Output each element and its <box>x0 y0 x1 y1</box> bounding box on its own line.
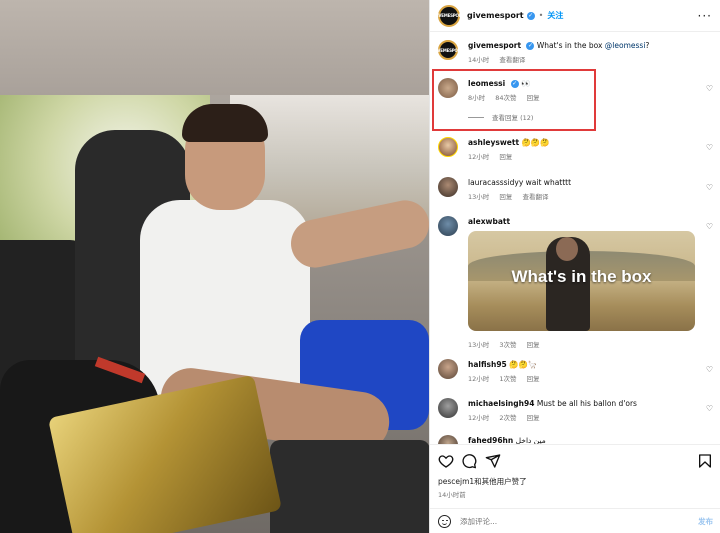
heart-icon[interactable] <box>438 453 454 469</box>
translate-link[interactable]: 查看翻译 <box>522 193 548 201</box>
view-replies[interactable]: 查看回复 (12) <box>468 112 548 122</box>
comment-input[interactable] <box>460 516 698 526</box>
avatar[interactable] <box>438 216 458 236</box>
heart-icon[interactable]: ♡ <box>706 183 713 192</box>
comment-text: wait whatttt <box>525 178 572 187</box>
car-console <box>270 440 429 533</box>
post-header: GIVEMESPORT givemesport ✓ • 关注 ··· <box>430 0 720 32</box>
verified-icon: ✓ <box>526 11 535 20</box>
caption-username[interactable]: givemesport <box>468 41 521 50</box>
view-replies-label[interactable]: 查看回复 (12) <box>492 112 533 122</box>
comment-text: 👀 <box>521 79 531 88</box>
heart-icon[interactable]: ♡ <box>706 404 713 413</box>
reply-button[interactable]: 回复 <box>499 193 512 201</box>
reply-button[interactable]: 回复 <box>527 414 540 422</box>
caption-time: 14小时 <box>468 56 490 64</box>
caption-mention[interactable]: @leomessi <box>605 41 646 50</box>
translate-link[interactable]: 查看翻译 <box>499 56 525 64</box>
post-modal: GIVEMESPORT givemesport ✓ • 关注 ··· GIVEM… <box>0 0 720 533</box>
avatar[interactable] <box>438 435 458 444</box>
caption-meta: 14小时 查看翻译 <box>468 54 649 64</box>
gif-caption: What's in the box <box>511 267 652 286</box>
heart-icon[interactable]: ♡ <box>706 84 713 93</box>
comment-time: 12小时 <box>468 375 490 383</box>
comment-username[interactable]: alexwbatt <box>468 217 510 226</box>
comment-username[interactable]: ashleyswett <box>468 138 519 147</box>
comment-text: Must be all his ballon d'ors <box>536 399 637 408</box>
more-options-icon[interactable]: ··· <box>698 9 712 23</box>
reply-button[interactable]: 回复 <box>499 153 512 161</box>
verified-icon: ✓ <box>526 42 535 50</box>
comment-username[interactable]: fahed96hn <box>468 436 513 444</box>
comment-text: 🤔🤔🤔 <box>521 138 550 147</box>
comment-time: 13小时 <box>468 193 490 201</box>
add-comment-row: 发布 <box>430 508 720 533</box>
comment-time: 13小时 <box>468 341 490 349</box>
list-item: michaelsingh94 Must be all his ballon d'… <box>438 398 637 422</box>
gif-comment[interactable]: What's in the box <box>468 231 695 331</box>
reply-button[interactable]: 回复 <box>527 94 540 102</box>
avatar[interactable]: GIVEMESPORT <box>434 4 464 27</box>
verified-icon: ✓ <box>510 80 519 88</box>
person-shirt <box>140 200 310 400</box>
reply-button[interactable]: 回复 <box>527 341 540 349</box>
comment-username[interactable]: michaelsingh94 <box>468 399 534 408</box>
bookmark-icon[interactable] <box>697 453 713 469</box>
avatar-logo-text: GIVEMESPORT <box>433 47 463 53</box>
caption-text: What's in the box <box>536 41 605 50</box>
comment-text: 🤔🤔🦙 <box>509 360 538 369</box>
comment-likes[interactable]: 2次赞 <box>499 414 516 422</box>
comment-likes[interactable]: 3次赞 <box>499 341 516 349</box>
heart-icon[interactable]: ♡ <box>706 143 713 152</box>
comment-text: مين داخل <box>515 436 546 444</box>
avatar[interactable] <box>438 398 458 418</box>
comment-time: 8小时 <box>468 94 486 102</box>
car-roof <box>0 0 429 95</box>
avatar[interactable] <box>438 137 458 157</box>
comment-icon[interactable] <box>461 453 477 469</box>
comment-likes[interactable]: 1次赞 <box>499 375 516 383</box>
comment-time: 12小时 <box>468 153 490 161</box>
post-time: 14小时前 <box>438 491 466 499</box>
share-icon[interactable] <box>485 453 501 469</box>
gif-figure-face <box>556 237 578 261</box>
post-image[interactable] <box>0 0 429 533</box>
reply-button[interactable]: 回复 <box>527 375 540 383</box>
list-item: lauracasssidyy wait whatttt 13小时 回复 查看翻译 <box>438 177 571 201</box>
avatar[interactable]: GIVEMESPORT <box>433 40 463 60</box>
avatar[interactable] <box>438 78 458 98</box>
list-item: fahed96hn مين داخل <box>438 435 546 444</box>
avatar-logo-text: GIVEMESPORT <box>434 13 464 18</box>
comment-username[interactable]: halfish95 <box>468 360 507 369</box>
caption-line: givemesport ✓ What's in the box @leomess… <box>468 40 649 51</box>
comment-username[interactable]: leomessi <box>468 79 505 88</box>
post-caption: GIVEMESPORT givemesport ✓ What's in the … <box>433 40 649 64</box>
list-item: leomessi ✓ 👀 8小时 84次赞 回复 查看回复 (12) <box>438 78 548 122</box>
caption-tail: ? <box>645 41 650 50</box>
gif-meta-row: 13小时 3次赞 回复 <box>468 336 548 349</box>
action-bar <box>430 444 720 472</box>
avatar[interactable] <box>438 177 458 197</box>
person-hair <box>182 104 268 142</box>
heart-icon[interactable]: ♡ <box>706 365 713 374</box>
follow-button[interactable]: 关注 <box>547 10 563 21</box>
liked-by-text[interactable]: pescejm1和其他用户赞了 <box>438 476 527 487</box>
replies-dash <box>468 116 484 118</box>
heart-icon[interactable]: ♡ <box>706 222 713 231</box>
list-item: halfish95 🤔🤔🦙 12小时 1次赞 回复 <box>438 359 548 383</box>
comment-time: 12小时 <box>468 414 490 422</box>
avatar[interactable] <box>438 359 458 379</box>
emoji-icon[interactable] <box>438 514 451 528</box>
list-item: ashleyswett 🤔🤔🤔 12小时 回复 <box>438 137 549 161</box>
post-button[interactable]: 发布 <box>698 516 713 527</box>
comment-username[interactable]: lauracasssidyy <box>468 178 523 187</box>
comment-likes[interactable]: 84次赞 <box>495 94 516 102</box>
separator-dot: • <box>538 11 544 20</box>
header-username[interactable]: givemesport <box>467 11 524 20</box>
